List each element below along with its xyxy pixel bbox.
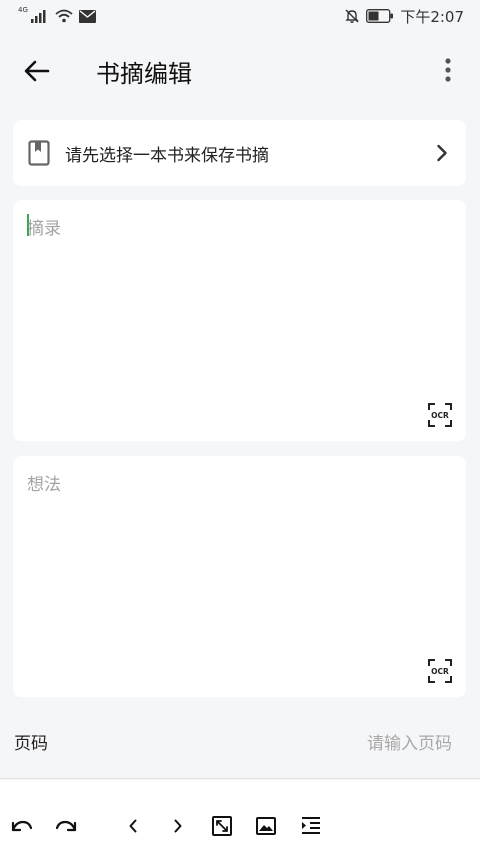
thought-ocr-label: OCR [431, 667, 449, 676]
excerpt-ocr-label: OCR [431, 411, 449, 420]
more-vert-icon [445, 58, 451, 82]
bottom-toolbar [0, 780, 480, 853]
page-title: 书摘编辑 [96, 60, 192, 88]
image-icon [256, 817, 276, 835]
excerpt-placeholder: 摘录 [27, 219, 61, 239]
mute-bell-icon [345, 9, 360, 23]
indent-button[interactable] [299, 814, 323, 838]
excerpt-ocr-button[interactable]: OCR [428, 403, 452, 427]
insert-image-button[interactable] [254, 814, 278, 838]
page-number-label: 页码 [14, 733, 48, 754]
divider [0, 778, 480, 779]
chevron-right-icon [437, 144, 447, 162]
text-cursor [27, 214, 29, 236]
cursor-left-button[interactable] [121, 814, 145, 838]
wifi-icon [55, 9, 73, 23]
status-right: 下午2:07 [344, 6, 464, 27]
more-options-button[interactable] [434, 55, 462, 85]
status-left: 4G [18, 6, 96, 23]
signal-icon [30, 10, 46, 23]
book-icon [28, 140, 50, 166]
battery-icon [366, 9, 394, 23]
ocr-scan-icon: OCR [428, 403, 452, 427]
page-number-row: 页码 请输入页码 [0, 715, 480, 767]
chevron-left-icon [129, 819, 137, 833]
status-bar: 4G 下午2:07 [0, 0, 480, 32]
fullscreen-icon [212, 816, 232, 836]
undo-icon [11, 820, 33, 832]
back-button[interactable] [20, 56, 54, 86]
redo-icon [55, 820, 77, 832]
excerpt-input[interactable]: 摘录 OCR [13, 200, 466, 441]
network-type: 4G [18, 6, 28, 14]
undo-button[interactable] [10, 814, 34, 838]
page-number-input[interactable]: 请输入页码 [367, 729, 452, 754]
ocr-scan-icon: OCR [428, 659, 452, 683]
chevron-right-icon [174, 819, 182, 833]
thought-ocr-button[interactable]: OCR [428, 659, 452, 683]
back-arrow-icon [24, 60, 50, 82]
book-select-row[interactable]: 请先选择一本书来保存书摘 [13, 120, 466, 186]
clock: 下午2:07 [400, 7, 464, 26]
app-bar: 书摘编辑 [0, 40, 480, 100]
cursor-right-button[interactable] [166, 814, 190, 838]
thought-placeholder: 想法 [27, 475, 61, 495]
indent-icon [302, 817, 320, 834]
mail-icon [78, 9, 96, 23]
fullscreen-button[interactable] [210, 814, 234, 838]
thought-input[interactable]: 想法 OCR [13, 456, 466, 697]
redo-button[interactable] [54, 814, 78, 838]
book-select-label: 请先选择一本书来保存书摘 [65, 145, 269, 166]
